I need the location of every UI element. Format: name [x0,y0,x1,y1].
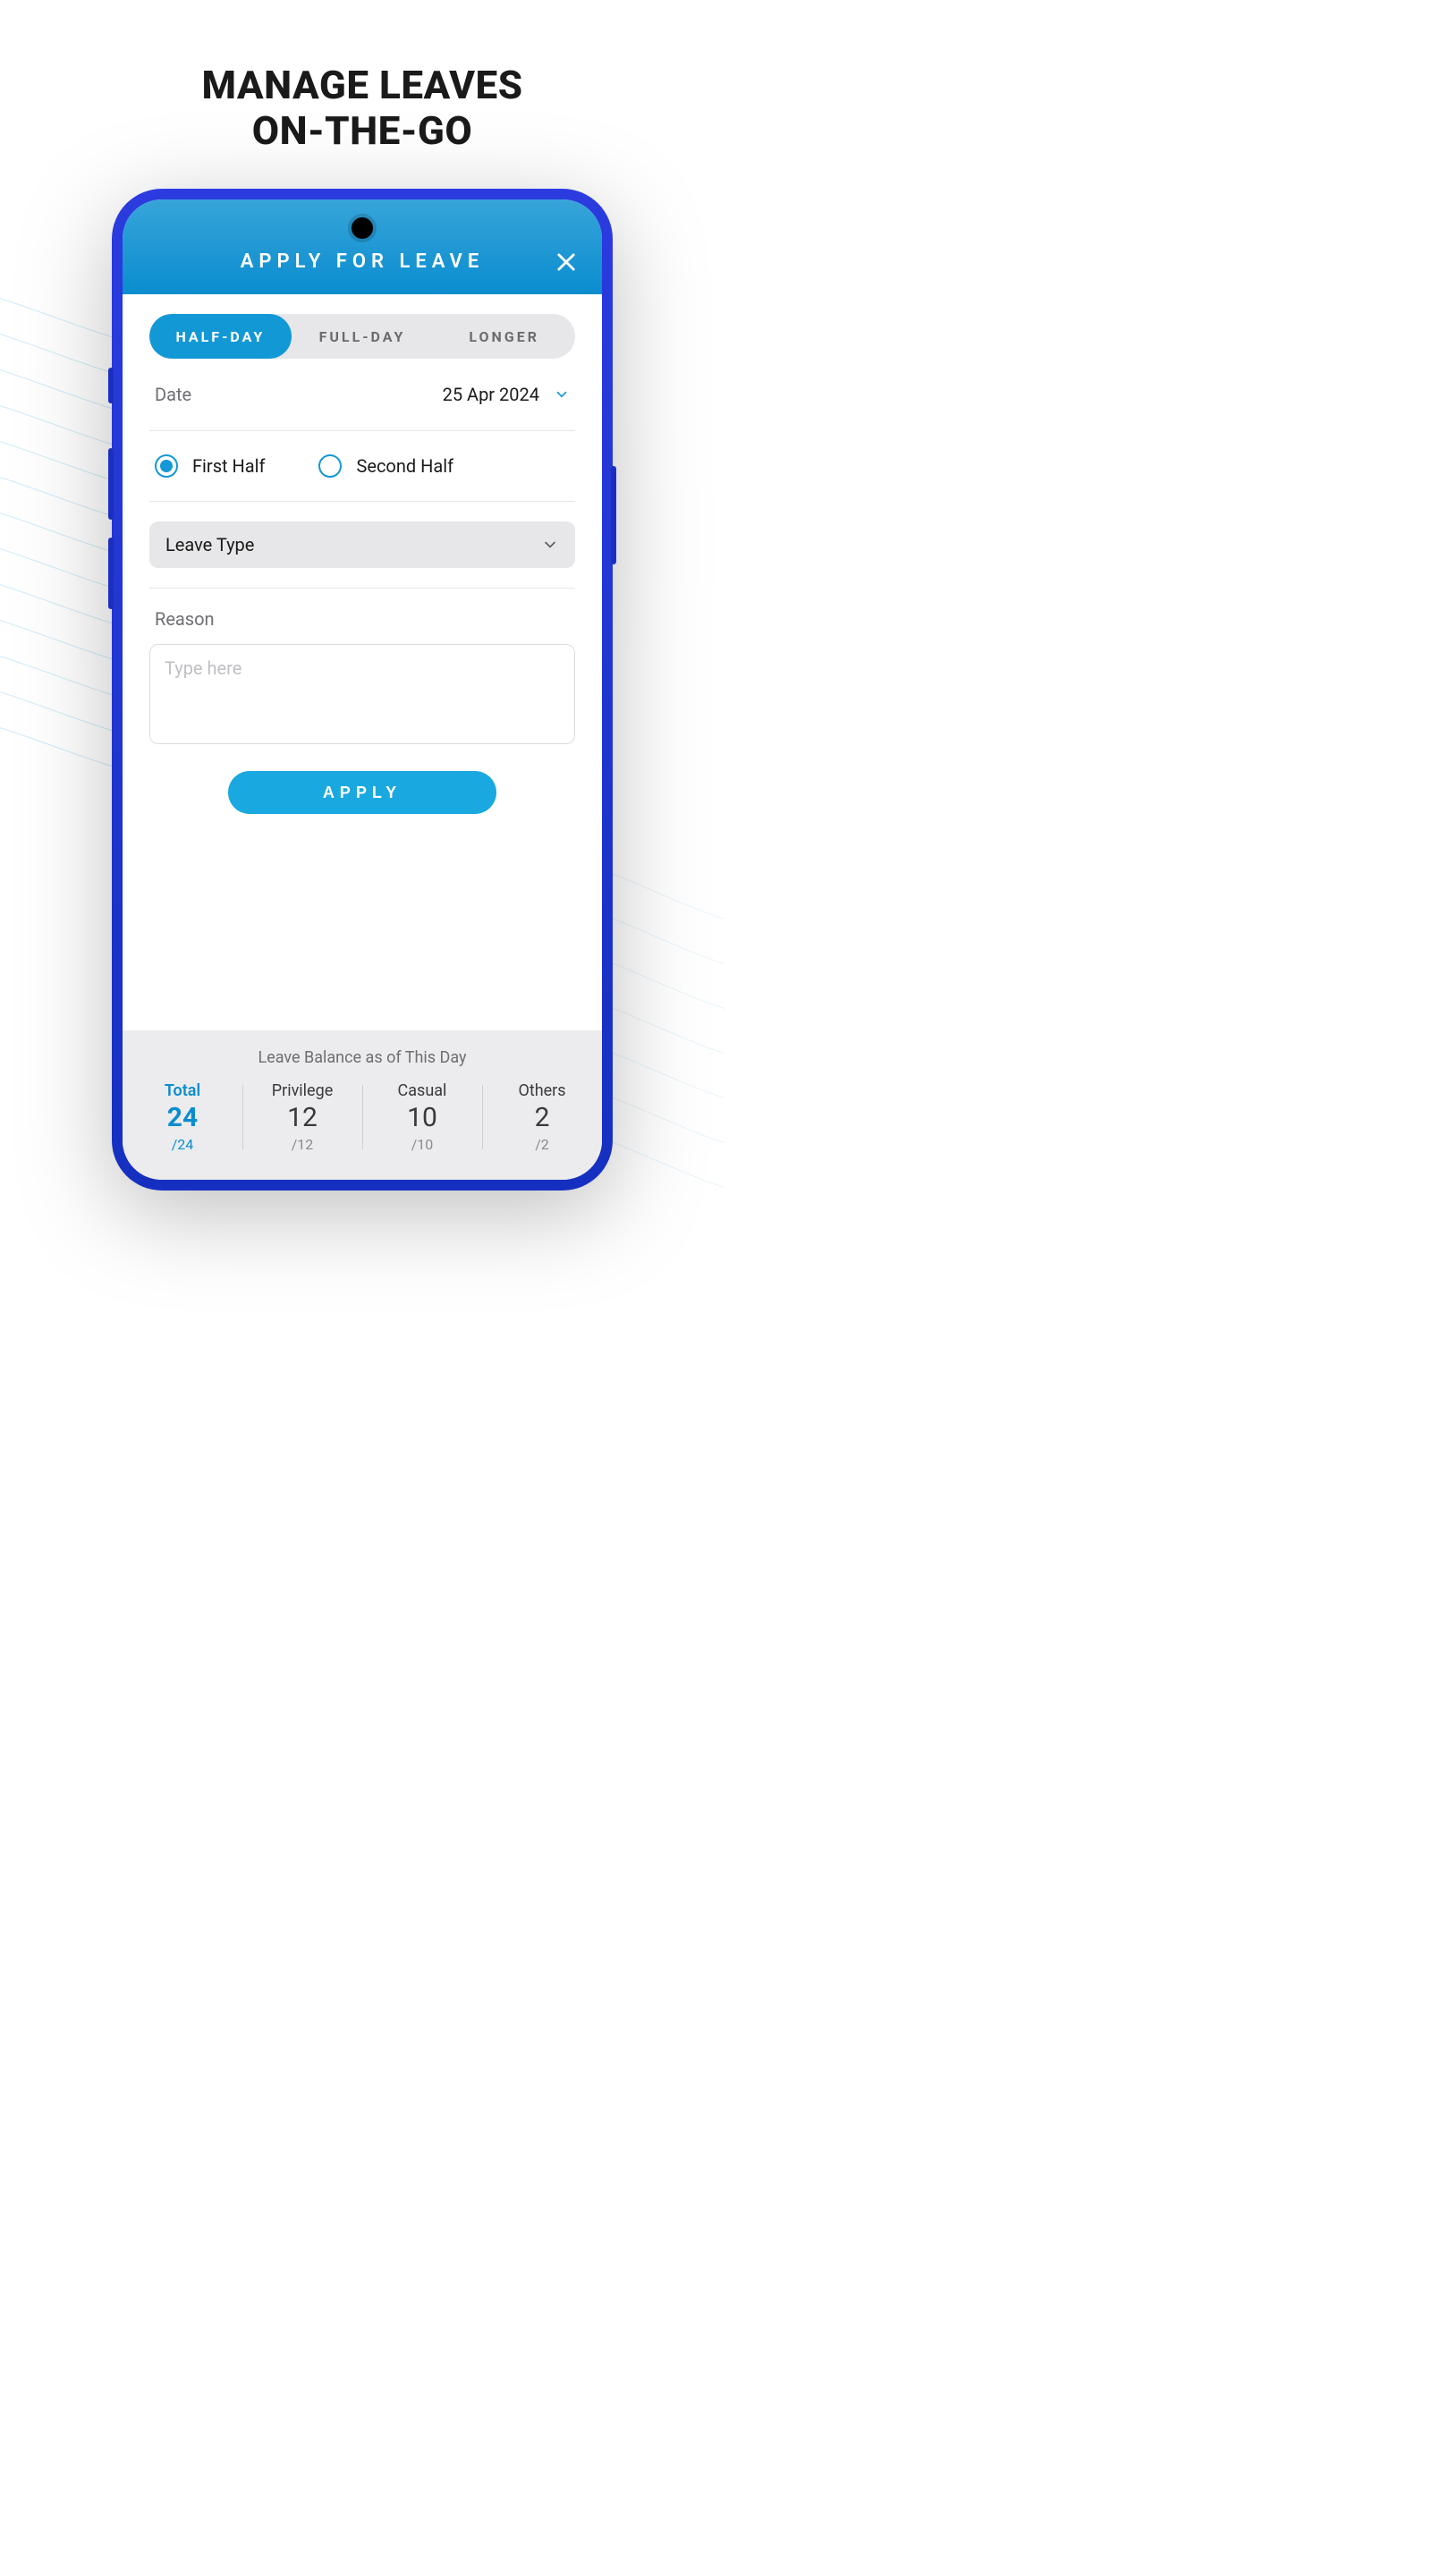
form-content: HALF-DAY FULL-DAY LONGER Date 25 Apr 202… [123,294,602,1030]
balance-casual-value: 10 [366,1102,479,1134]
balance-casual-denom: /10 [366,1136,479,1153]
balance-privilege-denom: /12 [246,1136,359,1153]
tab-full-day[interactable]: FULL-DAY [292,314,434,359]
tab-full-day-label: FULL-DAY [319,328,406,345]
balance-total-value: 24 [126,1102,239,1134]
tab-half-day[interactable]: HALF-DAY [149,314,292,359]
divider [149,588,575,589]
phone-mockup: APPLY FOR LEAVE HALF-DAY FULL-DAY [112,189,613,1191]
app-header-title: APPLY FOR LEAVE [241,250,485,273]
apply-button[interactable]: APPLY [228,771,496,814]
apply-button-label: APPLY [323,784,402,801]
balance-others: Others 2 /2 [482,1080,602,1155]
leave-type-placeholder: Leave Type [165,534,254,555]
date-value: 25 Apr 2024 [443,384,539,405]
phone-camera-dot [352,217,373,239]
promo-title-line1: MANAGE LEAVES [201,62,522,108]
leave-type-select[interactable]: Leave Type [149,521,575,568]
close-icon [554,250,579,275]
tab-longer[interactable]: LONGER [433,314,575,359]
balance-others-value: 2 [486,1102,598,1134]
promo-title: MANAGE LEAVES ON-THE-GO [0,0,724,189]
balance-total: Total 24 /24 [123,1080,242,1155]
balance-others-label: Others [486,1081,598,1100]
chevron-down-icon [554,386,570,402]
balance-others-denom: /2 [486,1136,598,1153]
balance-casual: Casual 10 /10 [362,1080,482,1155]
radio-first-half-label: First Half [192,455,265,477]
balance-total-label: Total [126,1081,239,1100]
date-picker-row[interactable]: Date 25 Apr 2024 [149,359,575,431]
radio-second-half[interactable]: Second Half [318,454,453,478]
radio-second-half-label: Second Half [356,455,453,477]
balance-privilege-label: Privilege [246,1081,359,1100]
date-label: Date [155,384,191,405]
half-day-radio-group: First Half Second Half [149,431,575,502]
radio-indicator-checked [155,454,178,478]
radio-first-half[interactable]: First Half [155,454,265,478]
radio-indicator-unchecked [318,454,342,478]
balances-title: Leave Balance as of This Day [123,1048,602,1067]
promo-title-line2: ON-THE-GO [252,107,473,154]
tab-half-day-label: HALF-DAY [175,328,265,345]
balance-casual-label: Casual [366,1081,479,1100]
duration-segmented-control: HALF-DAY FULL-DAY LONGER [149,314,575,359]
app-header: APPLY FOR LEAVE [123,199,602,294]
tab-longer-label: LONGER [469,328,539,345]
close-button[interactable] [554,250,579,275]
balance-privilege: Privilege 12 /12 [242,1080,362,1155]
balance-privilege-value: 12 [246,1102,359,1134]
chevron-down-icon [541,536,559,554]
reason-label: Reason [149,608,575,630]
balance-total-denom: /24 [126,1136,239,1153]
reason-input[interactable] [149,644,575,744]
leave-balances-footer: Leave Balance as of This Day Total 24 /2… [123,1030,602,1180]
